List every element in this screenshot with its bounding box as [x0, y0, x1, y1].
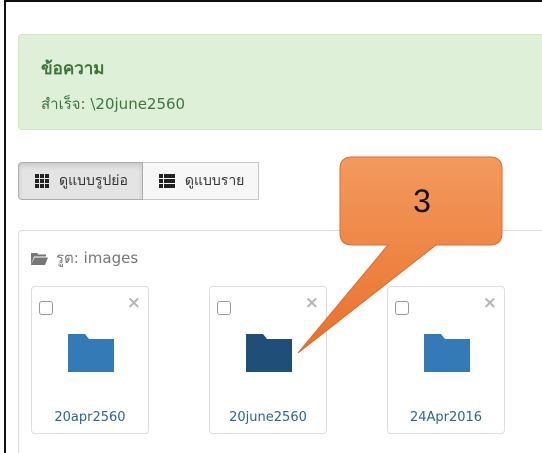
folder-icon[interactable]: [246, 334, 292, 372]
alert-message: สำเร็จ: \20june2560: [41, 95, 186, 113]
folder-open-icon: [31, 252, 48, 265]
app-frame: ข้อความ สำเร็จ: \20june2560 ดูแบบรูปย่อ …: [4, 0, 542, 453]
folder-icon[interactable]: [68, 334, 114, 372]
delete-icon[interactable]: ×: [127, 293, 141, 313]
list-view-button[interactable]: ดูแบบราย: [142, 162, 260, 200]
thumbnail-view-button[interactable]: ดูแบบรูปย่อ: [18, 162, 143, 200]
select-checkbox[interactable]: [395, 301, 409, 315]
list-view-label: ดูแบบราย: [184, 173, 245, 189]
success-alert: ข้อความ สำเร็จ: \20june2560: [18, 34, 542, 130]
alert-title: ข้อความ: [41, 59, 105, 79]
thumbnail-view-label: ดูแบบรูปย่อ: [59, 173, 128, 189]
folder-item[interactable]: × 20june2560: [209, 286, 327, 434]
list-icon: [158, 174, 175, 188]
delete-icon[interactable]: ×: [305, 293, 319, 313]
select-checkbox[interactable]: [39, 301, 53, 315]
folder-panel: รูต: images × 20apr2560 × 20june2560 × 2…: [18, 230, 542, 453]
folder-item[interactable]: × 20apr2560: [31, 286, 149, 434]
callout-number: 3: [413, 182, 431, 219]
folder-item[interactable]: × 24Apr2016: [387, 286, 505, 434]
select-checkbox[interactable]: [217, 301, 231, 315]
view-mode-toggle: ดูแบบรูปย่อ ดูแบบราย: [18, 162, 260, 200]
current-folder-label: รูต: images: [56, 249, 139, 267]
folder-icon[interactable]: [424, 334, 470, 372]
current-folder: รูต: images: [31, 246, 138, 270]
folder-name[interactable]: 20apr2560: [32, 410, 148, 425]
delete-icon[interactable]: ×: [483, 293, 497, 313]
folder-name[interactable]: 24Apr2016: [388, 410, 504, 425]
folder-name[interactable]: 20june2560: [210, 410, 326, 425]
grid-icon: [35, 174, 49, 188]
